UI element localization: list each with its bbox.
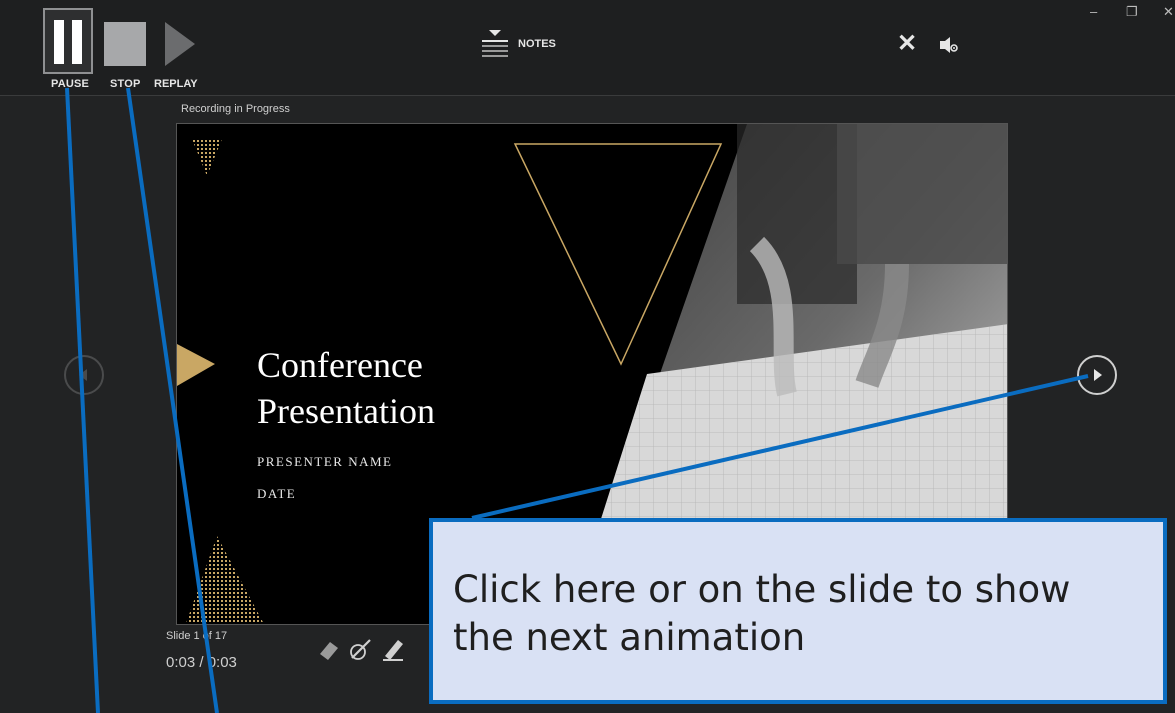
- window-close-icon[interactable]: ✕: [1163, 4, 1174, 20]
- next-animation-button[interactable]: [1077, 355, 1117, 395]
- previous-animation-button[interactable]: [64, 355, 104, 395]
- ink-tools: [316, 636, 406, 662]
- recording-toolbar: PAUSE STOP REPLAY NOTES ✕ – ❐ ✕: [0, 0, 1175, 96]
- presenter-name: PRESENTER NAME: [257, 454, 393, 469]
- slide-title-line2: Presentation: [257, 391, 435, 431]
- restore-icon[interactable]: ❐: [1126, 4, 1138, 20]
- notes-label: NOTES: [518, 38, 556, 50]
- slide-title-line1: Conference: [257, 345, 423, 385]
- replay-button[interactable]: [165, 22, 195, 66]
- chevron-left-icon: [79, 369, 87, 381]
- minimize-icon[interactable]: –: [1090, 4, 1097, 19]
- pen-icon[interactable]: [348, 636, 374, 662]
- pause-icon: [54, 20, 64, 64]
- pause-button[interactable]: PAUSE: [43, 8, 93, 90]
- slide-counter: Slide 1 of 17: [166, 630, 228, 642]
- stop-label: STOP: [110, 78, 141, 90]
- close-recording-icon[interactable]: ✕: [897, 32, 917, 56]
- chevron-right-icon: [1094, 369, 1102, 381]
- pause-icon: [72, 20, 82, 64]
- pause-label: PAUSE: [51, 78, 90, 90]
- stop-button[interactable]: STOP: [104, 22, 146, 90]
- recording-timer: 0:03 / 0:03: [166, 654, 237, 671]
- recording-status: Recording in Progress: [181, 103, 290, 115]
- highlighter-icon[interactable]: [380, 636, 406, 662]
- callout-text: Click here or on the slide to show the n…: [453, 568, 1071, 659]
- eraser-icon[interactable]: [316, 636, 342, 662]
- audio-settings-icon[interactable]: [938, 34, 960, 56]
- callout-box: Click here or on the slide to show the n…: [429, 518, 1167, 704]
- notes-icon: [482, 30, 508, 57]
- notes-button[interactable]: NOTES: [482, 28, 556, 60]
- replay-label: REPLAY: [154, 78, 198, 90]
- slide-title: Conference Presentation: [257, 342, 435, 434]
- slide-date: DATE: [257, 486, 297, 501]
